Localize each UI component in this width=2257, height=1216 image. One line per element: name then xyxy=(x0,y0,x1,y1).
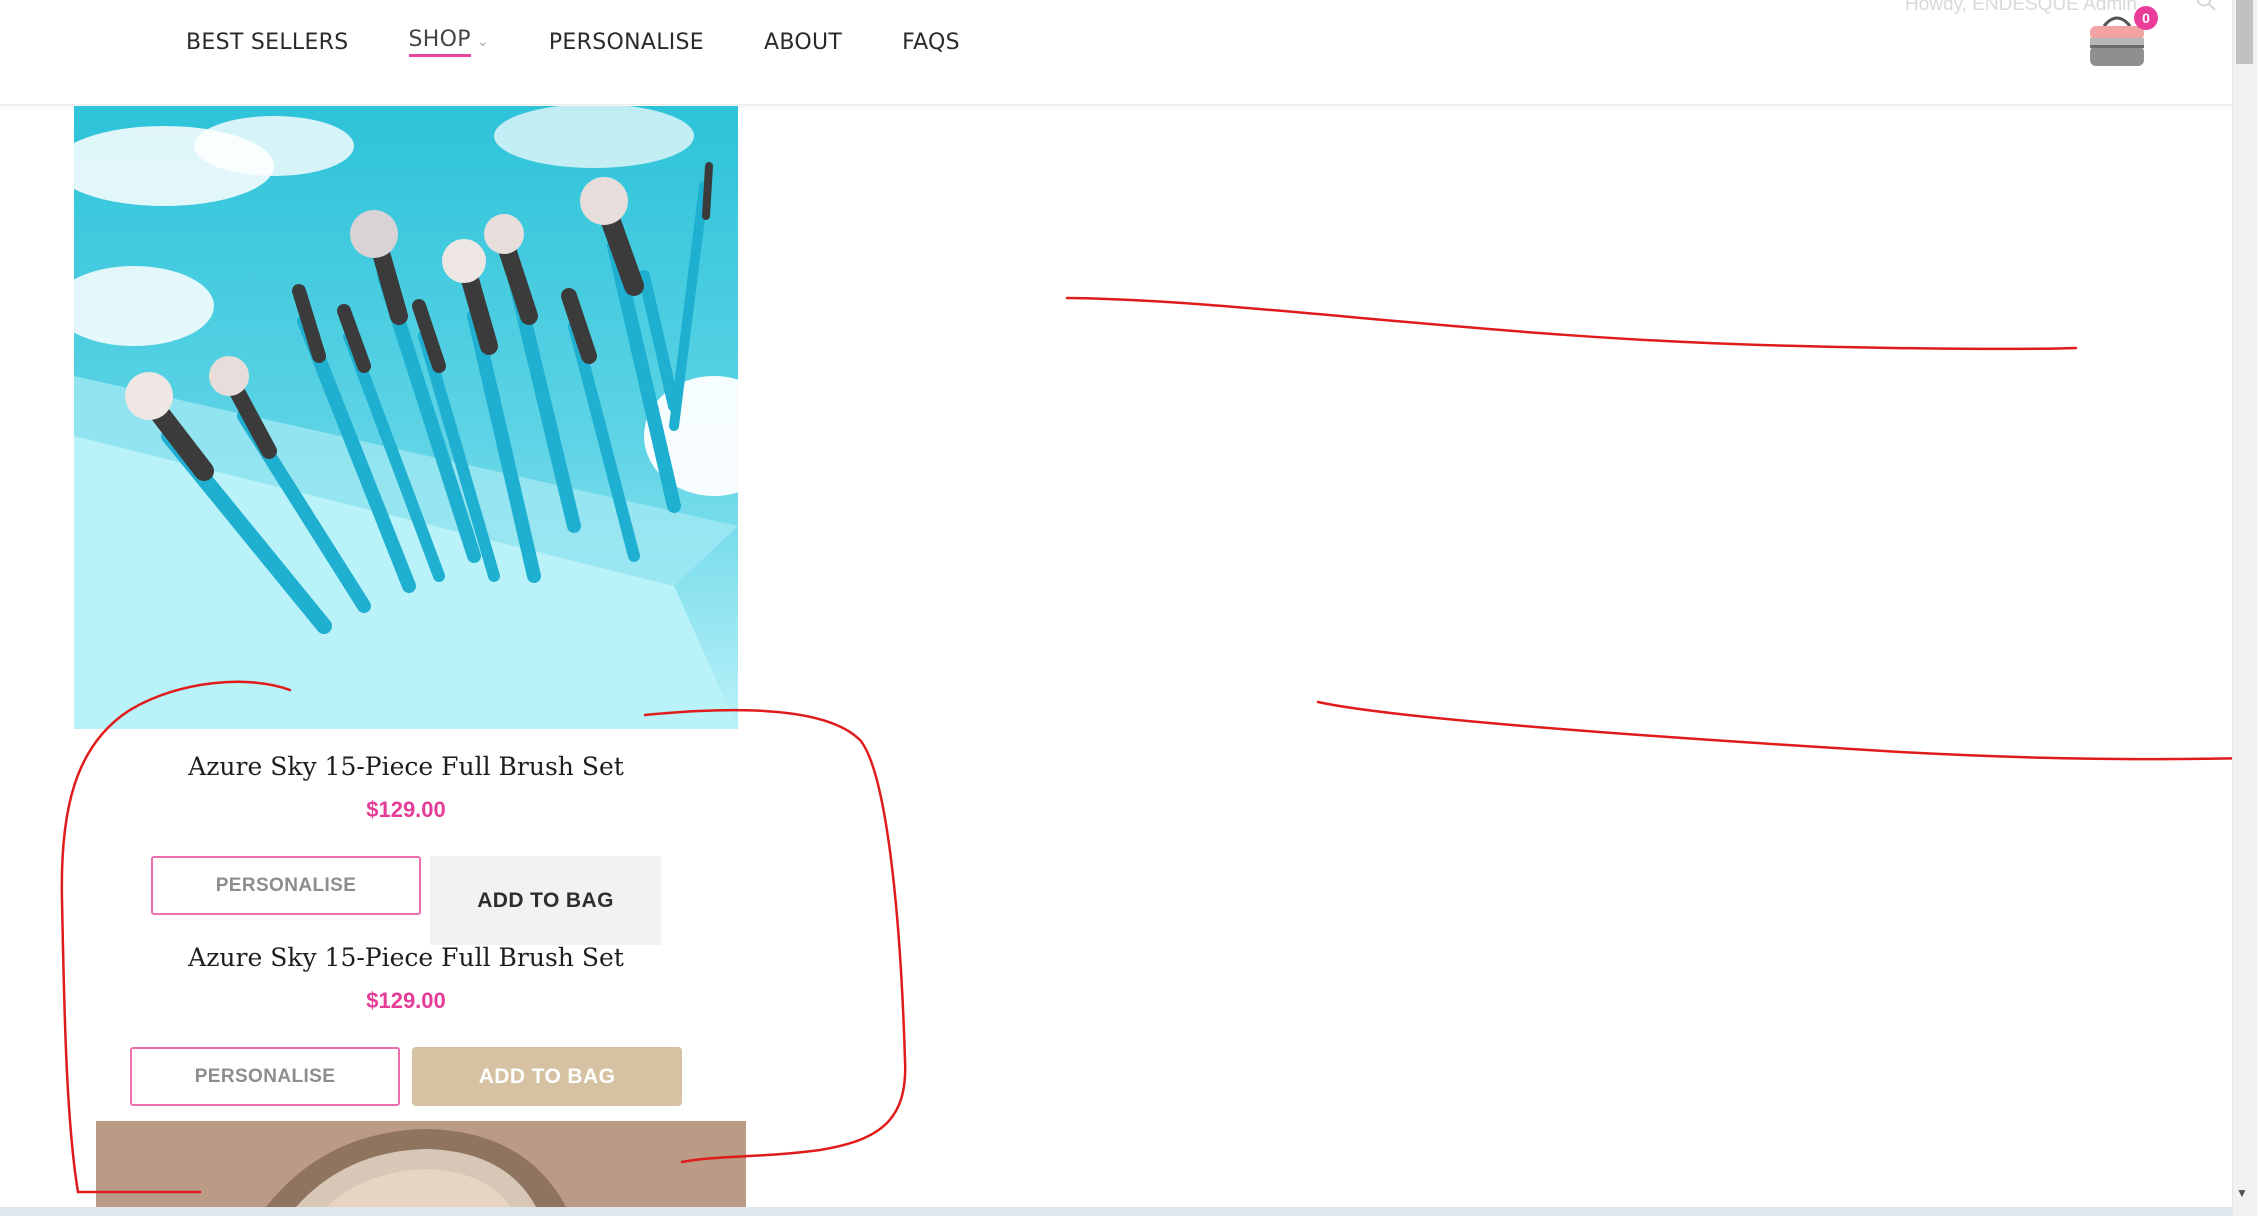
browser-bottom-edge xyxy=(0,1207,2232,1216)
nav-shop-label: SHOP xyxy=(408,27,471,57)
product-price: $129.00 xyxy=(366,988,446,1013)
model-photo xyxy=(96,1121,746,1207)
personalise-button[interactable]: PERSONALISE xyxy=(130,1047,400,1106)
nav-faqs-label: FAQS xyxy=(902,29,960,55)
brush-set-photo xyxy=(74,106,738,729)
product-image-brush-set[interactable] xyxy=(74,106,738,729)
main-nav: BEST SELLERS SHOP ⌄ PERSONALISE ABOUT FA… xyxy=(186,24,1020,60)
nav-about-label: ABOUT xyxy=(764,29,843,55)
product-title[interactable]: Azure Sky 15-Piece Full Brush Set xyxy=(74,943,738,972)
product-price: $129.00 xyxy=(366,797,446,822)
add-to-bag-button[interactable]: ADD TO BAG xyxy=(412,1047,682,1106)
nav-personalise-label: PERSONALISE xyxy=(548,29,705,55)
nav-personalise[interactable]: PERSONALISE xyxy=(549,24,704,60)
chevron-down-icon: ⌄ xyxy=(476,34,489,50)
scroll-down-icon[interactable]: ▼ xyxy=(2236,1186,2248,1200)
product-image-next[interactable] xyxy=(96,1121,746,1207)
nav-best-sellers-label: BEST SELLERS xyxy=(186,29,349,55)
add-to-bag-button[interactable]: ADD TO BAG xyxy=(430,856,661,945)
scrollbar-thumb[interactable] xyxy=(2236,0,2253,64)
nav-shop[interactable]: SHOP ⌄ xyxy=(408,24,489,60)
nav-faqs[interactable]: FAQS xyxy=(902,24,960,60)
product-title[interactable]: Azure Sky 15-Piece Full Brush Set xyxy=(74,752,738,781)
bag-count-badge: 0 xyxy=(2134,6,2158,30)
nav-about[interactable]: ABOUT xyxy=(764,24,842,60)
search-icon[interactable] xyxy=(2195,0,2217,12)
site-header: BEST SELLERS SHOP ⌄ PERSONALISE ABOUT FA… xyxy=(0,0,2232,105)
nav-best-sellers[interactable]: BEST SELLERS xyxy=(186,24,349,60)
scrollbar-track[interactable] xyxy=(2232,0,2257,1216)
personalise-button[interactable]: PERSONALISE xyxy=(151,856,421,915)
